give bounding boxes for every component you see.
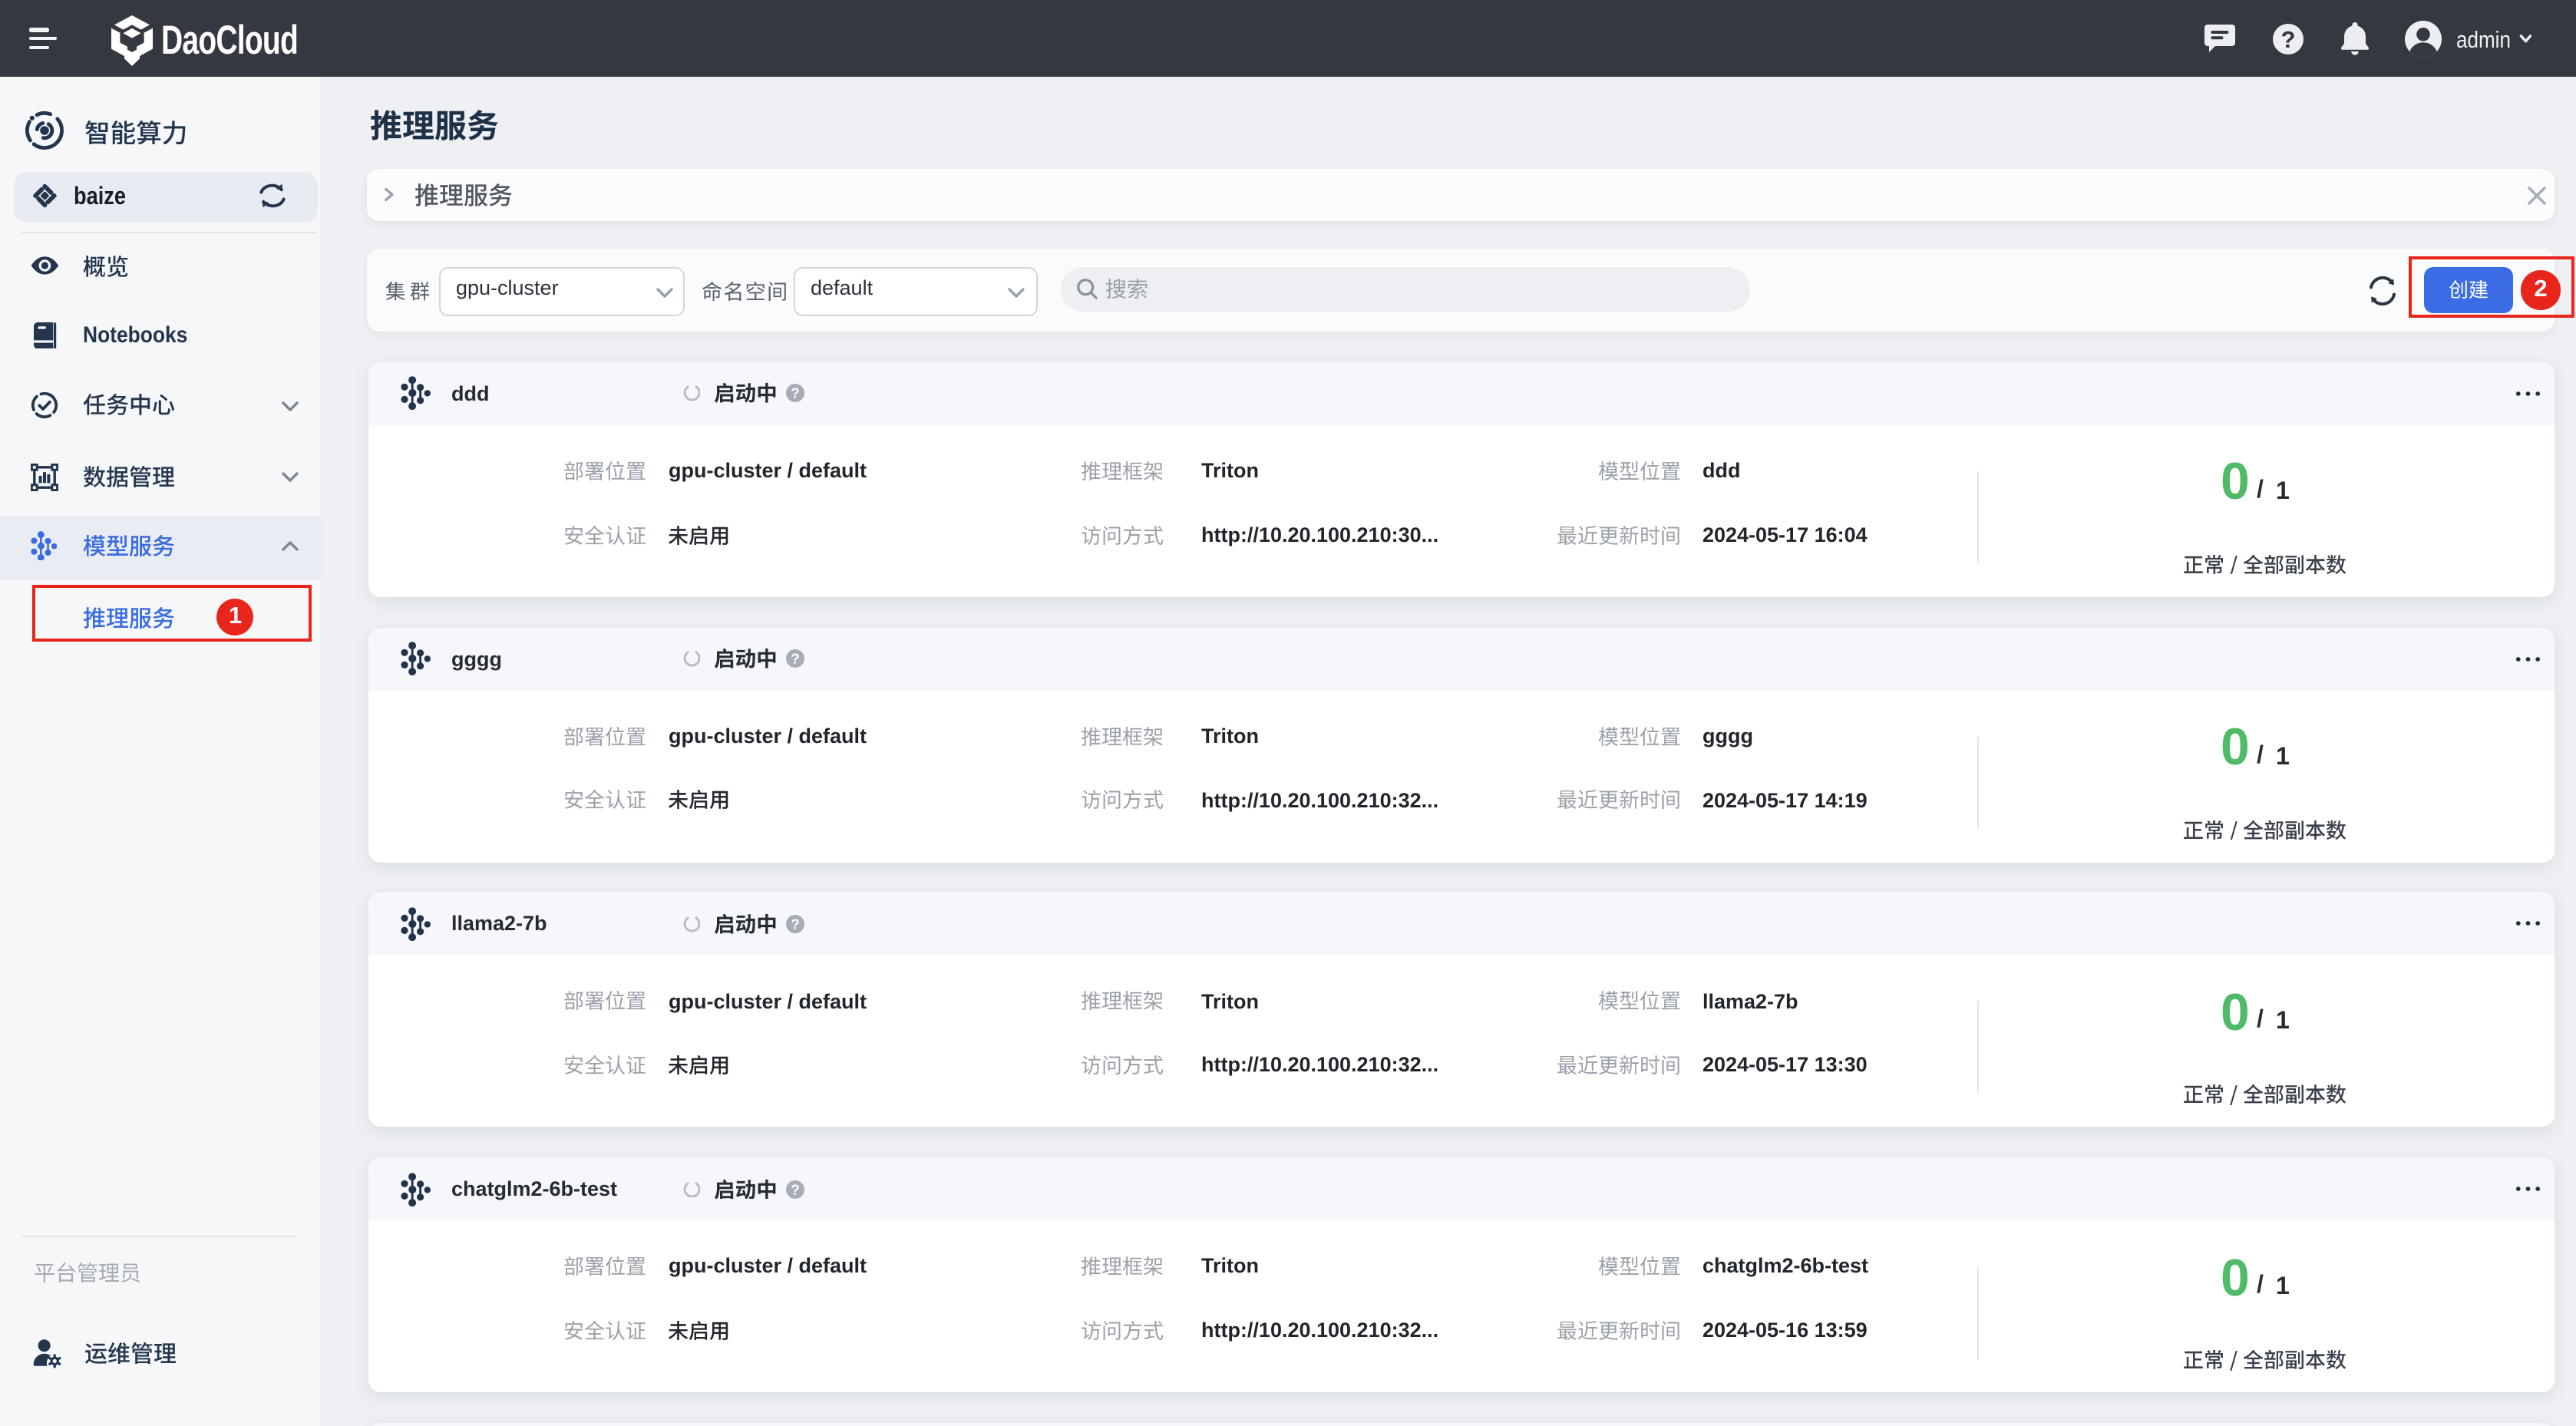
svg-text:?: ?	[791, 385, 799, 401]
svg-text:?: ?	[2280, 25, 2295, 52]
svg-text:?: ?	[791, 650, 799, 666]
svg-text:?: ?	[791, 1180, 799, 1197]
svg-text:?: ?	[791, 916, 799, 932]
